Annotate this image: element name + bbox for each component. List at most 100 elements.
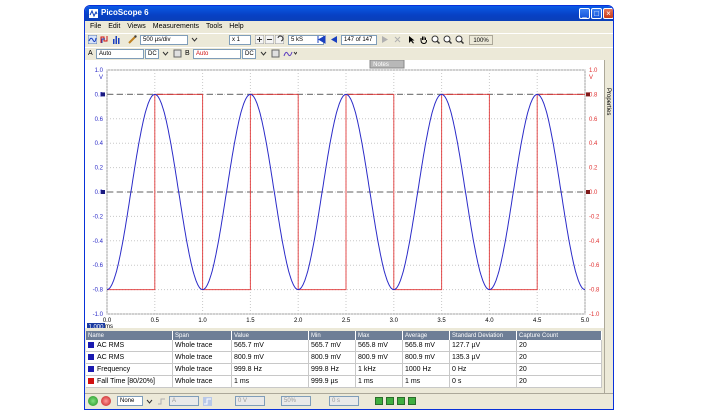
col-span[interactable]: Span bbox=[172, 331, 232, 340]
x-tick-label: 4.5 bbox=[533, 318, 542, 324]
channel-b-range-select[interactable]: Auto bbox=[193, 49, 241, 59]
col-value[interactable]: Value bbox=[231, 331, 309, 340]
app-icon bbox=[89, 9, 98, 18]
channel-b-coupling-select[interactable]: DC bbox=[242, 49, 256, 59]
stop-capture-icon[interactable] bbox=[101, 396, 111, 406]
measurement-text: AC RMS bbox=[97, 342, 125, 349]
measurement-cell-count: 20 bbox=[516, 340, 602, 352]
persistence-mode-icon[interactable] bbox=[100, 35, 109, 44]
trigger-mode-dropdown-icon[interactable] bbox=[145, 397, 154, 406]
col-capture-count[interactable]: Capture Count bbox=[516, 331, 602, 340]
pretrigger-field[interactable]: 50% bbox=[281, 396, 311, 406]
menu-file[interactable]: File bbox=[90, 21, 101, 32]
ruler-handle-right[interactable] bbox=[586, 190, 590, 194]
maximize-button[interactable]: □ bbox=[591, 8, 602, 19]
add-measurement-icon[interactable] bbox=[386, 397, 394, 405]
timebase-select[interactable]: 500 µs/div bbox=[140, 35, 188, 45]
zoom-out-tool-icon[interactable] bbox=[443, 35, 452, 44]
channel-b-dropdown-icon[interactable] bbox=[259, 49, 268, 58]
measurement-cell-max: 800.9 mV bbox=[355, 351, 403, 364]
channel-b-options-icon[interactable] bbox=[271, 49, 280, 58]
channel-b-label: B bbox=[185, 50, 190, 57]
y-tick-label-right: -0.4 bbox=[589, 239, 600, 245]
minimize-button[interactable]: _ bbox=[579, 8, 590, 19]
channel-a-dropdown-icon[interactable] bbox=[161, 49, 170, 58]
measurement-cell-count: 20 bbox=[516, 351, 602, 364]
measurement-text: 999.9 µs bbox=[311, 378, 338, 385]
measurement-cell-avg: 1000 Hz bbox=[402, 363, 450, 376]
close-button[interactable]: × bbox=[603, 8, 613, 19]
spectrum-mode-icon[interactable] bbox=[112, 35, 121, 44]
menu-edit[interactable]: Edit bbox=[108, 21, 120, 32]
zoom-in-tool-icon[interactable] bbox=[431, 35, 440, 44]
probe-icon[interactable] bbox=[128, 35, 137, 44]
col-name[interactable]: Name bbox=[86, 331, 173, 340]
measurement-cell-avg: 1 ms bbox=[402, 375, 450, 388]
x-tick-label: 4.0 bbox=[485, 318, 494, 324]
y-tick-label-left: -0.8 bbox=[93, 288, 104, 294]
scope-mode-icon[interactable] bbox=[88, 35, 97, 44]
y-unit-left: V bbox=[99, 75, 103, 81]
menu-help[interactable]: Help bbox=[229, 21, 243, 32]
measurement-text: Whole trace bbox=[175, 366, 213, 373]
measurement-text: AC RMS bbox=[97, 354, 125, 361]
start-capture-icon[interactable] bbox=[88, 396, 98, 406]
undo-zoom-icon[interactable] bbox=[275, 35, 284, 44]
channel-a-range-select[interactable]: Auto bbox=[96, 49, 144, 59]
col-std-dev[interactable]: Standard Deviation bbox=[449, 331, 517, 340]
measurement-row[interactable]: AC RMS Whole trace 800.9 mV 800.9 mV 800.9 m… bbox=[86, 351, 602, 364]
trigger-delay-field[interactable]: 0 s bbox=[329, 396, 359, 406]
edit-measurement-icon[interactable] bbox=[397, 397, 405, 405]
delete-buffer-icon[interactable] bbox=[393, 35, 402, 44]
measurement-cell-min: 999.8 Hz bbox=[308, 363, 356, 376]
properties-tab[interactable]: Properties bbox=[604, 60, 613, 409]
scope-plot[interactable]: 1.0 1.00.8 0.80.6 0.60.4 0.40.2 0.20.0 0.0-0.2… bbox=[85, 59, 607, 331]
measurement-text: 565.8 mV bbox=[358, 342, 388, 349]
zoom-in-button-icon[interactable] bbox=[255, 35, 264, 44]
measurement-row[interactable]: AC RMS Whole trace 565.7 mV 565.7 mV 565.8 m… bbox=[86, 340, 602, 352]
x-tick-label: 0.5 bbox=[151, 318, 160, 324]
add-ruler-icon[interactable] bbox=[375, 397, 383, 405]
measurement-text: 800.9 mV bbox=[358, 354, 388, 361]
measurement-cell-max: 1 ms bbox=[355, 375, 403, 388]
col-max[interactable]: Max bbox=[355, 331, 403, 340]
scope-view[interactable]: 1.0 1.0 0.8 0.8 0.6 0.6 0.4 0.4 0.2 0.2 0.0 0.0 -0.2… bbox=[85, 59, 607, 331]
menu-tools[interactable]: Tools bbox=[206, 21, 222, 32]
col-average[interactable]: Average bbox=[402, 331, 450, 340]
rising-edge-icon bbox=[203, 397, 212, 406]
trigger-mode-select[interactable]: None bbox=[117, 396, 143, 406]
measurement-text: 1 kHz bbox=[358, 366, 376, 373]
timebase-dropdown-icon[interactable] bbox=[190, 35, 199, 44]
col-min[interactable]: Min bbox=[308, 331, 356, 340]
measurement-row[interactable]: Fall Time [80/20%] Whole trace 1 ms 999.9 µ… bbox=[86, 375, 602, 388]
channel-a-options-icon[interactable] bbox=[173, 49, 182, 58]
channel-color-swatch bbox=[88, 378, 94, 385]
ruler-handle-right[interactable] bbox=[586, 92, 590, 97]
x-tick-label: 1.0 bbox=[198, 318, 207, 324]
x-tick-label: 3.5 bbox=[437, 318, 446, 324]
hand-tool-icon[interactable] bbox=[419, 35, 428, 44]
trigger-channel-select[interactable]: A bbox=[169, 396, 199, 406]
measurement-row[interactable]: Frequency Whole trace 999.8 Hz 999.8 Hz 1 kH… bbox=[86, 363, 602, 376]
math-channels-icon[interactable] bbox=[283, 49, 297, 58]
zoom-select[interactable]: x 1 bbox=[229, 35, 251, 45]
delete-measurement-icon[interactable] bbox=[408, 397, 416, 405]
ruler-handle-left[interactable] bbox=[101, 92, 105, 97]
next-buffer-icon[interactable] bbox=[381, 35, 390, 44]
zoom-fit-tool-icon[interactable] bbox=[455, 35, 464, 44]
channel-color-swatch bbox=[88, 354, 94, 361]
title-bar: PicoScope 6 _ □ × bbox=[85, 6, 613, 21]
buffer-index-field[interactable]: 147 of 147 bbox=[341, 35, 377, 45]
menu-measurements[interactable]: Measurements bbox=[153, 21, 199, 32]
first-buffer-icon[interactable] bbox=[317, 35, 326, 44]
measurement-text: 1000 Hz bbox=[405, 366, 432, 373]
previous-buffer-icon[interactable] bbox=[329, 35, 338, 44]
pointer-tool-icon[interactable] bbox=[407, 35, 416, 44]
ruler-handle-left[interactable] bbox=[101, 190, 105, 194]
menu-views[interactable]: Views bbox=[127, 21, 146, 32]
channel-a-coupling-select[interactable]: DC bbox=[145, 49, 159, 59]
measurements-table[interactable]: Name Span Value Min Max Average Standard… bbox=[86, 331, 602, 388]
measurement-text: Whole trace bbox=[175, 354, 213, 361]
zoom-out-button-icon[interactable] bbox=[265, 35, 274, 44]
trigger-level-field[interactable]: 0 V bbox=[235, 396, 265, 406]
